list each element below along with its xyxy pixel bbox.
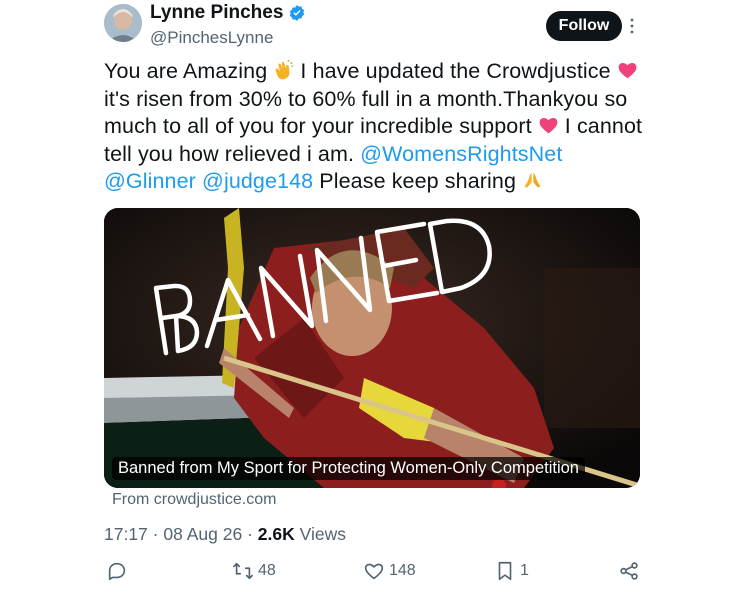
follow-button[interactable]: Follow (546, 11, 622, 41)
views-count: 2.6K (257, 524, 295, 544)
avatar-photo (104, 4, 142, 42)
card-source[interactable]: From crowdjustice.com (112, 491, 276, 509)
retweet-icon (233, 562, 253, 580)
bookmark-count: 1 (520, 562, 529, 579)
reply-icon (108, 562, 126, 581)
red-heart-icon (539, 118, 558, 134)
like-count: 148 (389, 562, 416, 579)
link-card[interactable]: Banned from My Sport for Protecting Wome… (104, 208, 640, 488)
tweet-time[interactable]: 17:17 (104, 524, 148, 544)
reply-button[interactable] (106, 560, 132, 582)
like-button[interactable]: 148 (363, 560, 416, 582)
more-options-icon[interactable] (630, 18, 634, 34)
bookmark-button[interactable]: 1 (494, 560, 529, 582)
author-row: Lynne Pinches (150, 2, 306, 24)
folded-hands-icon (524, 172, 541, 188)
meta-separator: · (152, 524, 164, 544)
card-caption: Banned from My Sport for Protecting Wome… (112, 457, 585, 480)
author-handle[interactable]: @PinchesLynne (150, 28, 273, 48)
tweet-meta: 17:17 · 08 Aug 26 · 2.6K Views (104, 524, 346, 545)
tweet-text-part: You are Amazing (104, 59, 274, 83)
mention-link[interactable]: @Glinner (104, 169, 196, 193)
action-bar: 48 148 1 (104, 560, 644, 588)
retweet-count: 48 (258, 562, 276, 579)
tweet-text: You are Amazing I have updated the Crowd… (104, 58, 644, 196)
avatar[interactable] (104, 4, 142, 42)
author-name[interactable]: Lynne Pinches (150, 2, 283, 24)
tweet-text-part: I have updated the Crowdjustice (294, 59, 617, 83)
red-heart-icon (618, 63, 637, 79)
mention-link[interactable]: @WomensRightsNet (360, 142, 562, 166)
meta-separator: · (247, 524, 258, 544)
retweet-button[interactable]: 48 (232, 560, 276, 582)
tweet-date[interactable]: 08 Aug 26 (163, 524, 242, 544)
clapping-hands-icon (275, 60, 294, 80)
views-label: Views (299, 524, 346, 544)
verified-badge-icon (290, 5, 305, 21)
tweet-text-part: Please keep sharing (313, 169, 523, 193)
mention-link[interactable]: @judge148 (202, 169, 313, 193)
heart-icon (364, 563, 384, 580)
share-button[interactable] (618, 560, 640, 582)
share-icon (620, 562, 638, 580)
bookmark-icon (498, 561, 512, 581)
card-photo (104, 208, 640, 488)
